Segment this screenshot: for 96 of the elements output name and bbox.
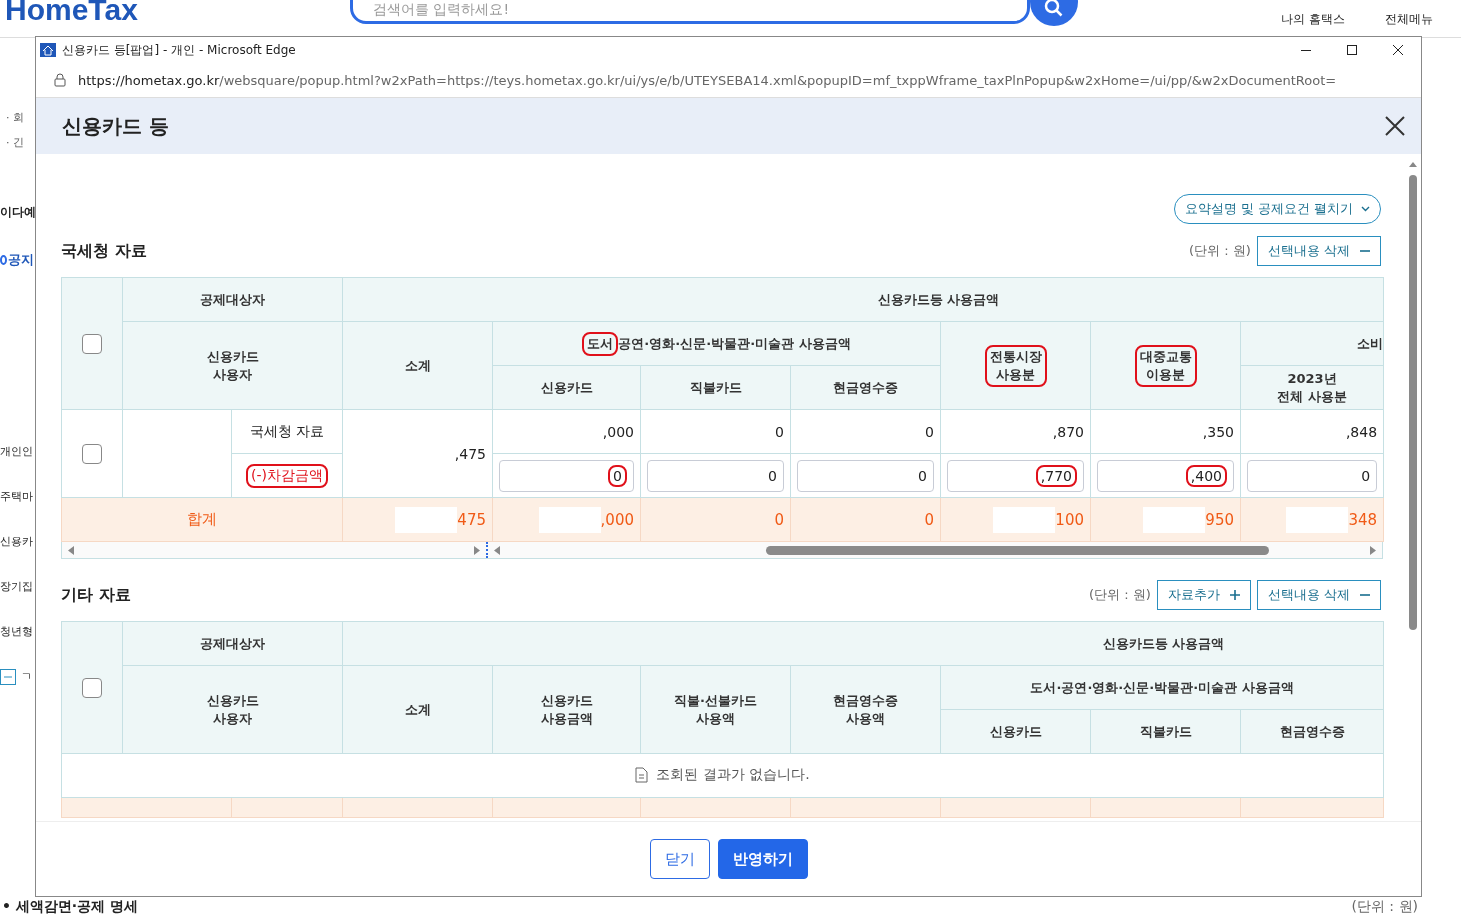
annotation-mark: 대중교통 이용분 [1134, 344, 1197, 387]
total-amount: 950 [1205, 510, 1234, 528]
column-header: 직불카드 [1090, 709, 1241, 754]
delete-button[interactable]: 선택내용 삭제 [1256, 236, 1381, 266]
add-button[interactable]: 자료추가 [1156, 580, 1251, 610]
amount-field[interactable]: 0 [1247, 459, 1378, 492]
collapse-icon[interactable] [0, 668, 16, 685]
address-bar-url[interactable]: https://hometax.go.kr/websquare/popup.html?w2xPath=https://teys.hometax.go.kr/ui/ys/e/b/UTEYSEBA14.xml&popupID=mf_txppWframe_taxPlnPopup&w2xHome=/ui/pp/&w2xDocumentRoot= [78, 72, 1337, 88]
total-amount: 0 [790, 497, 941, 542]
column-header: 공제대상자 [122, 621, 343, 666]
annotation-mark: (-)차감금액 [246, 463, 328, 488]
menu-item[interactable]: 주택마 [0, 489, 33, 504]
section-title: • 세액감면·공제 명세 [2, 898, 138, 915]
column-header: 공제대상자 [122, 277, 343, 322]
total-amount: ,000 [600, 510, 634, 528]
menu-item[interactable]: 개인인 [0, 444, 33, 459]
empty-message: 조회된 결과가 없습니다. [656, 765, 810, 784]
column-header: 현금영수증 [1240, 709, 1384, 754]
left-arrow-icon[interactable] [68, 545, 74, 555]
up-arrow-icon[interactable] [1409, 162, 1417, 167]
tree-item[interactable]: ㄱ [21, 669, 32, 684]
column-header: 신용카드 사용자 [122, 321, 343, 410]
unit-label: (단위 : 원) [1351, 898, 1418, 915]
column-header: 2023년 전체 사용분 [1240, 365, 1384, 410]
minus-icon [1360, 594, 1370, 596]
column-header: 직불·선불카드 사용액 [640, 665, 791, 754]
table-cell: ,000 [492, 409, 641, 454]
unit-label: (단위 : 원) [1189, 242, 1251, 260]
column-header: 소계 [342, 665, 493, 754]
row-label: 국세청 자료 [249, 422, 325, 439]
column-header: 직불카드 [640, 365, 791, 410]
table-cell: 0 [640, 409, 791, 454]
column-header: 신용카드 [492, 365, 641, 410]
horizontal-scrollbar[interactable] [61, 542, 1383, 559]
dialog-title: 신용카드 등 [62, 112, 169, 140]
house-icon [40, 43, 56, 57]
column-header: 소계 [342, 321, 493, 410]
annotation-mark: 도서 [582, 331, 619, 356]
right-arrow-icon[interactable] [1370, 545, 1376, 555]
close-button[interactable]: 닫기 [649, 839, 710, 879]
column-header: 소비 [1240, 321, 1384, 366]
window-title: 신용카드 등[팝업] - 개인 - Microsoft Edge [62, 41, 296, 59]
column-header: 도서·공연·영화·신문·박물관·미술관 사용금액 [940, 665, 1384, 710]
table-cell: 0 [790, 409, 941, 454]
column-header: 신용카드 사용금액 [492, 665, 641, 754]
total-amount: 475 [457, 510, 486, 528]
column-header: 신용카드등 사용금액 [342, 621, 1384, 666]
user-name: 이다예 [0, 204, 34, 221]
table-cell: ,870 [940, 409, 1091, 454]
circle-icon [0, 255, 7, 265]
annotation-mark: 전통시장 사용분 [984, 344, 1047, 387]
document-icon [635, 766, 649, 783]
menu-item[interactable]: 신용카 [0, 534, 33, 549]
bullet-item: · 긴 [5, 135, 25, 151]
table-cell: ,848 [1240, 409, 1384, 454]
right-arrow-icon[interactable] [474, 545, 480, 555]
total-amount: 0 [640, 497, 791, 542]
left-arrow-icon[interactable] [494, 545, 500, 555]
table-cell: ,350 [1090, 409, 1241, 454]
total-label: 합계 [61, 497, 343, 542]
amount-field[interactable]: ,770 [947, 459, 1084, 492]
checkbox[interactable] [82, 443, 102, 464]
unit-label: (단위 : 원) [1089, 586, 1151, 604]
lock-icon [54, 73, 66, 87]
section-title: 국세청 자료 [61, 240, 147, 262]
header-text: 공연·영화·신문·박물관·미술관 사용금액 [618, 335, 851, 351]
checkbox[interactable] [82, 333, 102, 354]
amount-field[interactable]: 0 [499, 459, 634, 492]
amount-field[interactable]: ,400 [1097, 459, 1234, 492]
search-icon [1044, 0, 1064, 18]
minus-icon [1360, 250, 1370, 252]
column-header: 신용카드등 사용금액 [342, 277, 1384, 322]
amount-field[interactable]: 0 [647, 459, 784, 492]
menu-item[interactable]: 장기집 [0, 579, 33, 594]
column-header: 현금영수증 [790, 365, 941, 410]
header-link[interactable]: 나의 홈택스 [1281, 11, 1345, 28]
header-link[interactable]: 전체메뉴 [1385, 11, 1433, 28]
close-button[interactable] [1385, 116, 1405, 136]
logo[interactable]: HomeTax [5, 0, 350, 27]
menu-item[interactable]: 청년형 [0, 624, 33, 639]
expand-button[interactable]: 요약설명 및 공제요건 펼치기 [1173, 194, 1381, 224]
checkbox[interactable] [82, 677, 102, 698]
table-cell: ,475 [342, 409, 493, 498]
total-amount: 100 [1055, 510, 1084, 528]
column-header: 현금영수증 사용액 [790, 665, 941, 754]
amount-field[interactable]: 0 [797, 459, 934, 492]
section-heading: 공지 [8, 251, 34, 269]
delete-button[interactable]: 선택내용 삭제 [1256, 580, 1381, 610]
total-amount: 348 [1348, 510, 1378, 528]
plus-icon [1229, 590, 1240, 600]
column-header: 신용카드 사용자 [122, 665, 343, 754]
section-title: 기타 자료 [61, 584, 131, 606]
bullet-item: · 회 [5, 110, 25, 126]
chevron-down-icon [1361, 206, 1370, 212]
apply-button[interactable]: 반영하기 [717, 839, 808, 879]
column-header: 신용카드 [940, 709, 1091, 754]
